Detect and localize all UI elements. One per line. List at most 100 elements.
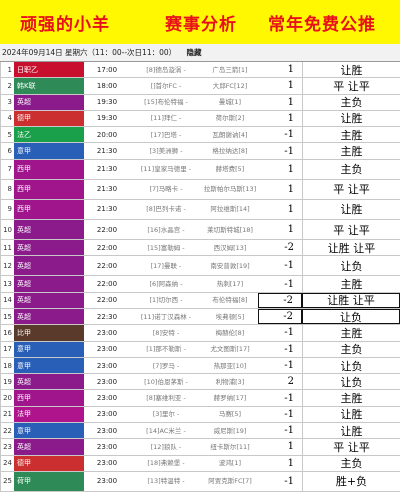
match-row: 1 日职乙 17:00 [8]德岛漩涡 - 广岛三箭[1] 1 让胜 [0, 62, 400, 79]
away-team: 赫罗纳[17] [213, 394, 247, 403]
away-team: 热刺[17] [216, 280, 244, 289]
handicap-value: 1 [287, 441, 294, 453]
match-number: 8 [7, 185, 12, 194]
away-team: 布伦特福[8] [212, 296, 248, 305]
kickoff-time: 22:00 [96, 280, 118, 289]
league-badge: 英超 [14, 240, 84, 256]
match-row: 11 英超 22:00 [15]富勒姆 - 西汉姆[13] -2 让胜 让平 [0, 240, 400, 257]
league-badge: 比甲 [14, 325, 84, 341]
match-number: 16 [3, 328, 12, 337]
league-badge: 德甲 [14, 455, 84, 471]
prediction-pick: 主负 [302, 94, 400, 110]
match-number: 19 [3, 377, 12, 386]
prediction-pick: 让负 [302, 357, 400, 374]
away-team: 尤文图斯[17] [210, 345, 250, 354]
match-number: 7 [7, 165, 12, 174]
match-row: 24 德甲 23:00 [18]弗赖堡 - 波鸿[1] 1 主负 [0, 455, 400, 472]
away-team: 瓦朗谢讷[4] [212, 130, 248, 139]
home-team: [8]德岛漩涡 - [146, 65, 186, 74]
match-number: 15 [3, 312, 12, 321]
match-number: 3 [7, 98, 12, 107]
league-badge: 英超 [14, 309, 84, 325]
home-team: [18]弗赖堡 - [147, 459, 185, 468]
handicap-value: -1 [284, 392, 294, 404]
away-team: 大邱FC[12] [212, 81, 248, 90]
match-row: 3 英超 19:30 [15]布伦特福 - 曼城[1] 1 主负 [0, 94, 400, 111]
handicap-value: -1 [284, 475, 294, 487]
prediction-pick: 主胜 [302, 276, 400, 292]
match-row: 14 英超 22:00 [1]切尔西 - 布伦特福[8] -2 让胜 让平 [0, 292, 400, 310]
home-team: [8]安特 - [152, 328, 180, 337]
away-team: 马赛[5] [218, 410, 242, 419]
kickoff-time: 22:00 [96, 243, 118, 252]
handicap-value: -1 [284, 260, 294, 272]
kickoff-time: 23:00 [96, 477, 118, 486]
kickoff-time: 19:30 [96, 98, 118, 107]
match-row: 2 韩K联 18:00 []首尔FC - 大邱FC[12] 1 平 让平 [0, 78, 400, 95]
home-team: [13]特温特 - [147, 477, 185, 486]
prediction-pick: 主负 [302, 159, 400, 179]
kickoff-time: 18:00 [96, 81, 118, 90]
home-team: [17]曼联 - [150, 261, 182, 270]
match-row: 17 意甲 23:00 [1]那不勒斯 - 尤文图斯[17] -1 主负 [0, 341, 400, 358]
prediction-pick: 主负 [302, 455, 400, 471]
prediction-pick: 主胜 [302, 127, 400, 143]
kickoff-time: 21:30 [96, 185, 118, 194]
home-team: [8]塞维利亚 - [146, 394, 186, 403]
league-badge: 法甲 [14, 406, 84, 423]
match-row: 18 意甲 23:00 [7]罗马 - 热那亚[10] -1 让负 [0, 357, 400, 375]
kickoff-time: 23:00 [96, 328, 118, 337]
home-team: [3]美洲狮 - [149, 147, 183, 156]
prediction-pick: 平 让平 [302, 220, 400, 240]
match-number: 24 [3, 459, 12, 468]
home-team: [11]拜仁 - [150, 114, 182, 123]
prediction-pick: 让胜 [302, 406, 400, 423]
kickoff-time: 23:00 [96, 361, 118, 370]
match-number: 14 [3, 296, 12, 305]
prediction-pick: 让胜 [302, 110, 400, 127]
handicap-value: -1 [284, 425, 294, 437]
match-number: 25 [3, 477, 12, 486]
match-number: 1 [7, 65, 12, 74]
kickoff-time: 23:00 [96, 426, 118, 435]
date-range-text: 2024年09月14日 星期六（11：00--次日11：00） [2, 48, 177, 57]
banner-subtitle: 赛事分析 [165, 15, 237, 35]
match-row: 22 意甲 23:00 [14]AC米兰 - 威尼斯[19] -1 让胜 [0, 423, 400, 440]
handicap-value: 1 [287, 183, 294, 195]
prediction-pick: 让负 [302, 256, 400, 276]
league-badge: 意甲 [14, 423, 84, 439]
handicap-value: 1 [287, 80, 294, 92]
away-team: 阿贾克斯FC[7] [208, 477, 252, 486]
kickoff-time: 21:30 [96, 165, 118, 174]
away-team: 莱切斯特城[18] [207, 225, 253, 234]
league-badge: 英超 [14, 276, 84, 292]
hide-toggle[interactable]: 隐藏 [187, 48, 202, 57]
match-number: 10 [3, 225, 12, 234]
kickoff-time: 21:30 [96, 147, 118, 156]
home-team: [7]罗马 - [152, 361, 180, 370]
handicap-value: -1 [284, 360, 294, 372]
league-badge: 荷甲 [14, 471, 84, 491]
prediction-pick: 主胜 [302, 325, 400, 341]
prediction-pick: 让胜 [302, 423, 400, 439]
league-badge: 德甲 [14, 110, 84, 127]
league-badge: 日职乙 [14, 62, 84, 78]
away-team: 拉斯帕尔马斯[13] [203, 185, 257, 194]
handicap-value: 1 [287, 224, 294, 236]
away-team: 赫塔费[5] [215, 165, 245, 174]
league-badge: 意甲 [14, 143, 84, 159]
league-badge: 英超 [14, 292, 84, 309]
handicap-value: 2 [287, 376, 294, 388]
away-team: 利物浦[3] [215, 377, 245, 386]
kickoff-time: 19:30 [96, 114, 118, 123]
match-row: 5 法乙 20:00 [17]巴塔 - 瓦朗谢讷[4] -1 主胜 [0, 127, 400, 144]
handicap-value: -1 [284, 327, 294, 339]
handicap-value: -1 [284, 408, 294, 420]
away-team: 荷尔斯[2] [215, 114, 245, 123]
home-team: [11]诺丁汉森林 - [140, 312, 192, 321]
league-badge: 意甲 [14, 357, 84, 374]
match-number: 21 [3, 410, 12, 419]
handicap-value: -2 [284, 242, 294, 254]
prediction-pick: 胜+负 [302, 471, 400, 491]
home-team: [15]布伦特福 - [144, 98, 188, 107]
